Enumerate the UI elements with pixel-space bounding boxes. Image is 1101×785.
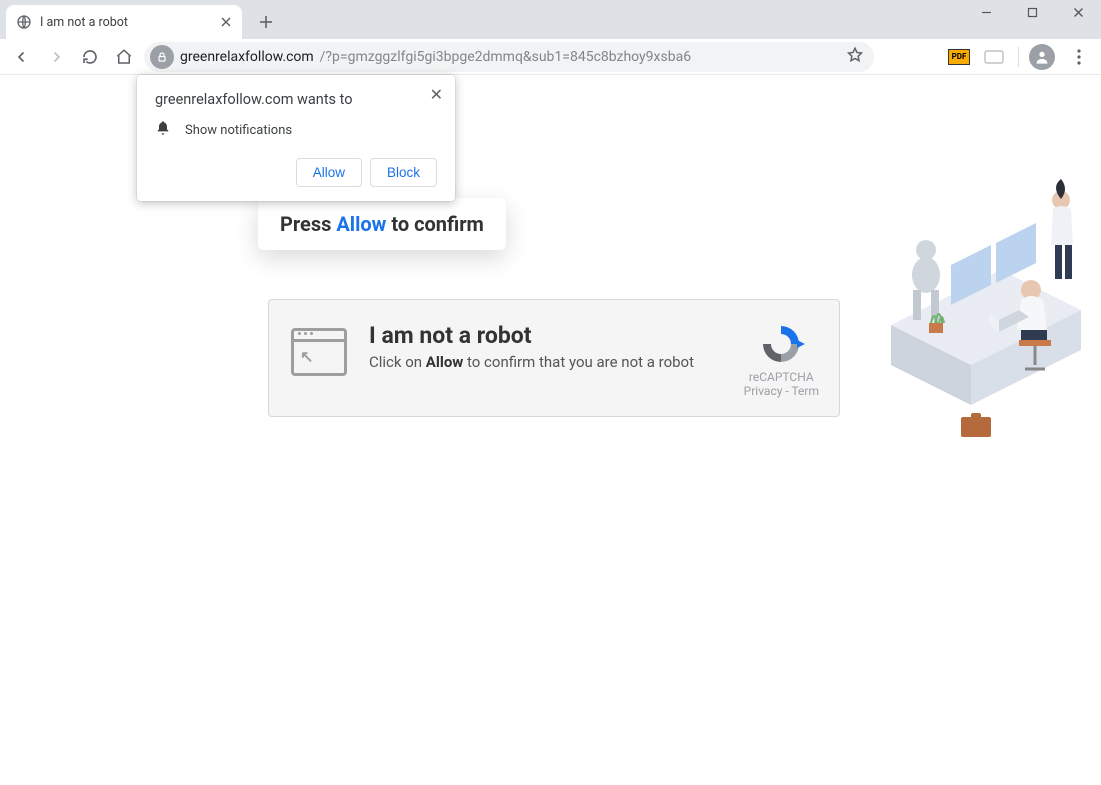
recaptcha-logo-icon bbox=[757, 322, 805, 366]
recaptcha-label: reCAPTCHA bbox=[744, 370, 819, 384]
tab-strip: I am not a robot bbox=[0, 0, 1101, 39]
notification-permission-popup: ✕ greenrelaxfollow.com wants to Show not… bbox=[137, 75, 455, 201]
kebab-menu-icon[interactable] bbox=[1065, 43, 1093, 71]
browser-tab[interactable]: I am not a robot bbox=[6, 5, 242, 39]
bookmark-star-icon[interactable] bbox=[846, 46, 864, 68]
block-button[interactable]: Block bbox=[370, 158, 437, 187]
url-host: greenrelaxfollow.com bbox=[180, 49, 314, 65]
allow-button[interactable]: Allow bbox=[296, 158, 362, 187]
profile-avatar-icon[interactable] bbox=[1029, 44, 1055, 70]
browser-window-icon: ↖ bbox=[291, 328, 347, 376]
recaptcha-badge: reCAPTCHA Privacy - Term bbox=[744, 322, 819, 398]
recaptcha-privacy-link[interactable]: Privacy bbox=[744, 384, 783, 398]
reader-mode-icon[interactable] bbox=[980, 43, 1008, 71]
reload-button[interactable] bbox=[76, 43, 104, 71]
bell-icon bbox=[155, 120, 171, 140]
globe-icon bbox=[16, 14, 32, 30]
recaptcha-terms-link[interactable]: Term bbox=[791, 384, 819, 398]
bubble-allow-word: Allow bbox=[336, 212, 386, 236]
forward-button[interactable] bbox=[42, 43, 70, 71]
captcha-subtext: Click on Allow to confirm that you are n… bbox=[369, 353, 694, 371]
office-illustration bbox=[881, 155, 1091, 465]
browser-toolbar: greenrelaxfollow.com /?p=gmzggzlfgi5gi3bp… bbox=[0, 39, 1101, 75]
new-tab-button[interactable] bbox=[252, 8, 280, 36]
permission-item-label: Show notifications bbox=[185, 123, 292, 138]
captcha-card: ↖ I am not a robot Click on Allow to con… bbox=[268, 299, 840, 417]
window-maximize-button[interactable] bbox=[1009, 0, 1055, 24]
permission-title: greenrelaxfollow.com wants to bbox=[155, 91, 437, 108]
permission-close-icon[interactable]: ✕ bbox=[430, 85, 443, 104]
tab-title: I am not a robot bbox=[40, 15, 128, 30]
tab-close-icon[interactable] bbox=[220, 16, 232, 28]
pdf-extension-icon[interactable]: PDF bbox=[948, 49, 970, 65]
toolbar-divider bbox=[1018, 47, 1019, 67]
address-bar[interactable]: greenrelaxfollow.com /?p=gmzggzlfgi5gi3bp… bbox=[144, 42, 874, 72]
site-info-lock-icon[interactable] bbox=[150, 45, 174, 69]
url-path: /?p=gmzggzlfgi5gi3bpge2dmmq&sub1=845c8bz… bbox=[320, 49, 691, 65]
back-button[interactable] bbox=[8, 43, 36, 71]
window-close-button[interactable] bbox=[1055, 0, 1101, 24]
bubble-prefix: Press bbox=[280, 212, 336, 236]
home-button[interactable] bbox=[110, 43, 138, 71]
press-allow-tooltip: Press Allow to confirm bbox=[258, 198, 506, 250]
captcha-heading: I am not a robot bbox=[369, 322, 694, 349]
window-minimize-button[interactable] bbox=[963, 0, 1009, 24]
bubble-suffix: to confirm bbox=[386, 212, 484, 236]
